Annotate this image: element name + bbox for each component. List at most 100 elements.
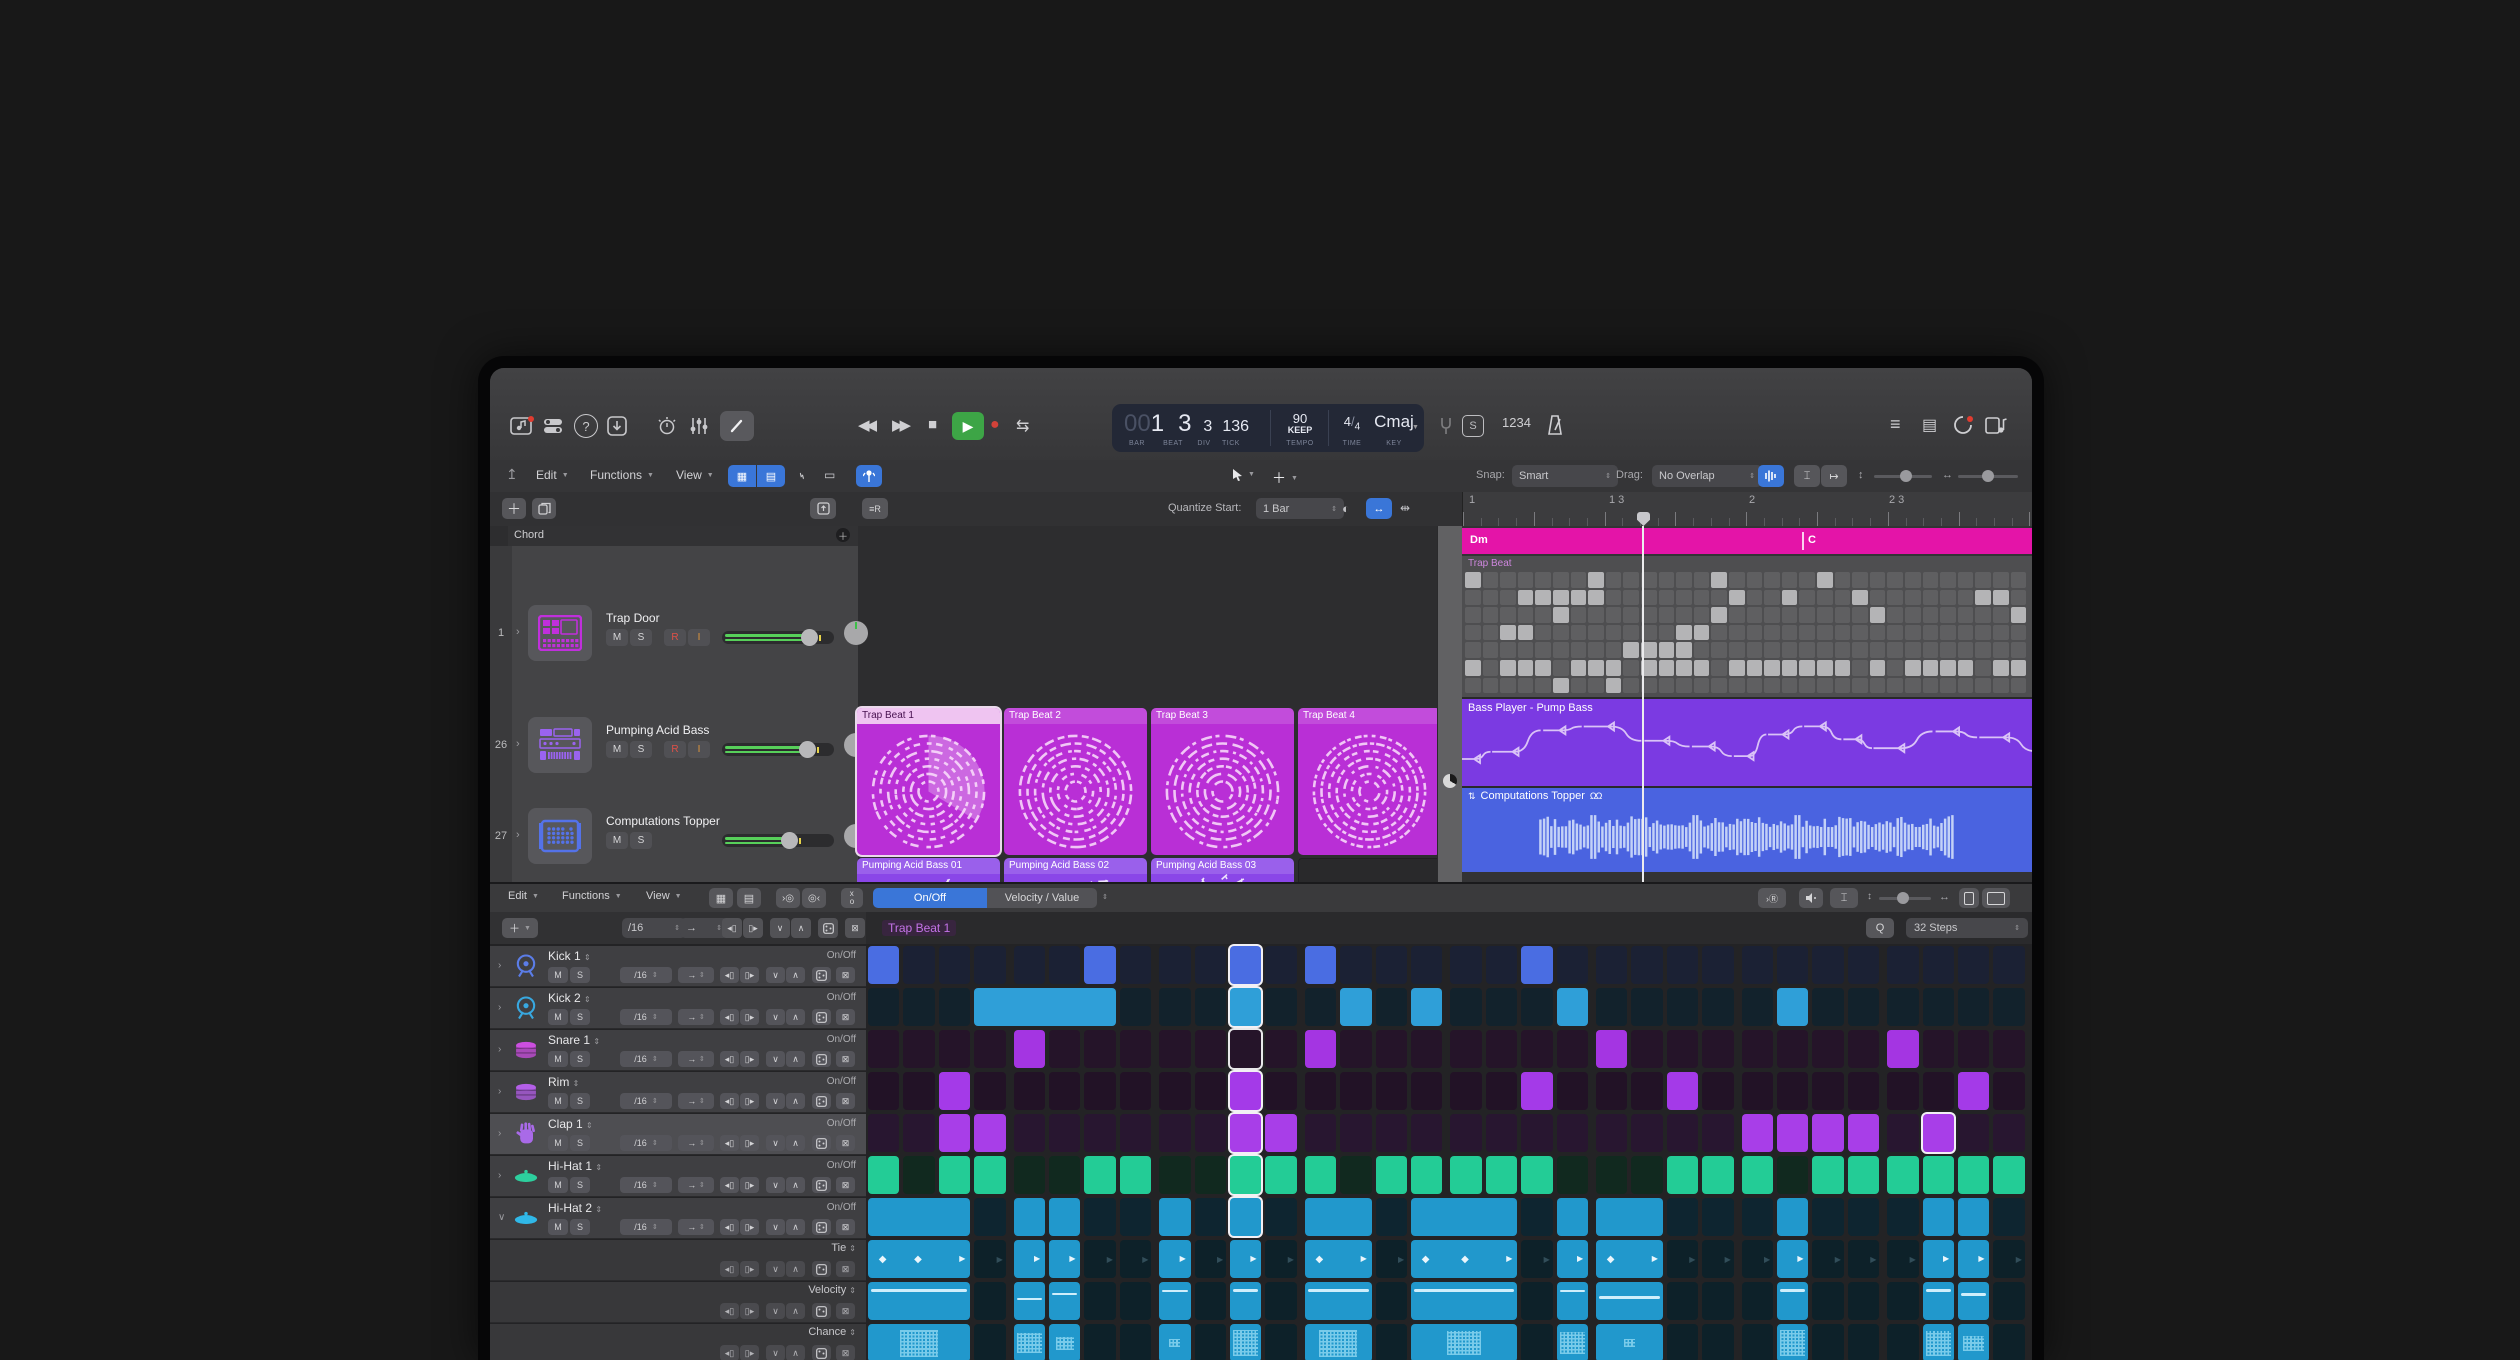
solo-button[interactable]: S <box>630 832 652 849</box>
step-cell[interactable] <box>1230 1198 1261 1236</box>
pan-knob[interactable] <box>844 621 868 645</box>
step-cell[interactable] <box>1557 1114 1588 1152</box>
step-cell[interactable] <box>1631 1114 1662 1152</box>
step-cell[interactable] <box>1812 946 1843 984</box>
step-cell[interactable] <box>1195 1156 1226 1194</box>
step-cell[interactable] <box>1084 1030 1115 1068</box>
row-rate-stepper[interactable]: /16 ⇕ <box>620 1177 672 1193</box>
subrow-shift-right-button[interactable]: ▯▸ <box>740 1261 759 1277</box>
pointer-tool-menu[interactable]: ▼ <box>1232 468 1255 481</box>
step-cell[interactable] <box>1084 1282 1115 1320</box>
step-cell[interactable] <box>974 1282 1005 1320</box>
step-cell[interactable] <box>1230 1282 1261 1320</box>
edit-mode-stepper[interactable]: ⇕ <box>1102 893 1108 901</box>
step-cell[interactable] <box>1596 1324 1663 1360</box>
step-cell[interactable] <box>903 1030 934 1068</box>
step-cell[interactable] <box>1887 946 1918 984</box>
step-cell[interactable] <box>1230 1030 1261 1068</box>
step-cell[interactable] <box>1195 1030 1226 1068</box>
row-rate-stepper[interactable]: /16 ⇕ <box>620 1219 672 1235</box>
row-randomize-button[interactable] <box>812 1135 831 1151</box>
step-cell[interactable] <box>1958 1030 1989 1068</box>
step-cell[interactable] <box>1305 1198 1372 1236</box>
step-cell[interactable] <box>1376 946 1407 984</box>
solo-button[interactable]: S <box>630 629 652 646</box>
step-cell[interactable] <box>1120 1198 1151 1236</box>
row-solo-button[interactable]: S <box>570 1177 590 1193</box>
row-name[interactable]: Clap 1 ⇕ <box>548 1117 593 1131</box>
step-cell[interactable] <box>1014 1324 1045 1360</box>
step-cell[interactable] <box>1993 988 2024 1026</box>
step-cell[interactable] <box>1305 1072 1336 1110</box>
row-mute-button[interactable]: M <box>548 1093 568 1109</box>
step-cell[interactable] <box>1667 1156 1698 1194</box>
step-cell[interactable] <box>1557 1282 1588 1320</box>
step-cell[interactable] <box>1923 1324 1954 1360</box>
step-cell[interactable] <box>1230 988 1261 1026</box>
step-cell[interactable] <box>1230 1114 1261 1152</box>
step-cell[interactable] <box>1742 1114 1773 1152</box>
loop-cell[interactable]: Trap Beat 3 <box>1151 708 1294 855</box>
step-cell[interactable] <box>1411 1198 1517 1236</box>
step-cell[interactable] <box>1993 1324 2024 1360</box>
track-header-1[interactable]: 1›Trap DoorMSRI <box>508 546 858 722</box>
step-cell[interactable] <box>1848 1198 1879 1236</box>
step-cell[interactable] <box>1667 1114 1698 1152</box>
row-increase-button[interactable]: ∧ <box>786 1135 805 1151</box>
step-cell[interactable] <box>1742 1030 1773 1068</box>
step-cell[interactable] <box>939 946 970 984</box>
step-cell[interactable] <box>1411 1324 1517 1360</box>
row-mute-button[interactable]: M <box>548 1135 568 1151</box>
step-cell[interactable] <box>903 946 934 984</box>
step-cell[interactable] <box>1742 1072 1773 1110</box>
row-mute-button[interactable]: M <box>548 1051 568 1067</box>
step-cell[interactable] <box>1265 988 1296 1026</box>
input-monitor-button[interactable]: I <box>688 741 710 758</box>
step-cell[interactable] <box>1120 1324 1151 1360</box>
step-cell[interactable] <box>1777 1030 1808 1068</box>
step-cell[interactable] <box>974 1156 1005 1194</box>
play-button[interactable]: ▶ <box>952 412 984 440</box>
step-cell[interactable] <box>868 1072 899 1110</box>
row-shift-left-button[interactable]: ◂▯ <box>720 967 739 983</box>
window-full-button[interactable] <box>1982 888 2010 908</box>
step-cell[interactable] <box>1486 1030 1517 1068</box>
count-in-button[interactable]: 1234 <box>1502 415 1531 430</box>
step-cell[interactable] <box>1450 1114 1481 1152</box>
step-cell[interactable] <box>1958 946 1989 984</box>
seq-row-header-kick-1[interactable]: ›Kick 1 ⇕On/OffMS/16 ⇕→ ⇕◂▯▯▸∨∧⊠ <box>490 946 866 987</box>
step-cell[interactable] <box>1305 988 1336 1026</box>
step-cell[interactable] <box>1521 1324 1552 1360</box>
step-cell[interactable] <box>1702 1198 1733 1236</box>
step-cell[interactable] <box>1887 1324 1918 1360</box>
step-cell[interactable] <box>1557 988 1588 1026</box>
step-cell[interactable] <box>1376 1282 1407 1320</box>
row-decrease-button[interactable]: ∨ <box>766 1009 785 1025</box>
pattern-record-button[interactable]: ›Ⓡ <box>1758 888 1786 908</box>
loop-cell[interactable]: Trap Beat 2 <box>1004 708 1147 855</box>
row-rotate-stepper[interactable]: → ⇕ <box>678 967 714 983</box>
row-solo-button[interactable]: S <box>570 1093 590 1109</box>
step-cell[interactable] <box>1265 1198 1296 1236</box>
step-cell[interactable] <box>1450 988 1481 1026</box>
pattern-region-trap-beat[interactable]: Trap Beat <box>1462 556 2032 699</box>
record-enable-button[interactable]: R <box>664 741 686 758</box>
loop-browser-icon[interactable] <box>1952 414 1974 436</box>
step-cell[interactable] <box>1993 1072 2024 1110</box>
step-cell[interactable] <box>1596 1114 1627 1152</box>
step-cell[interactable] <box>1014 946 1045 984</box>
step-cell[interactable] <box>1742 946 1773 984</box>
step-cell[interactable] <box>868 946 899 984</box>
kit-browser-icon[interactable]: ▤ <box>737 888 761 908</box>
step-cell[interactable] <box>1557 946 1588 984</box>
step-cell[interactable] <box>974 1072 1005 1110</box>
step-cell[interactable] <box>1084 1198 1115 1236</box>
track-name[interactable]: Computations Topper <box>606 814 720 828</box>
step-cell[interactable] <box>1014 1114 1045 1152</box>
step-cell[interactable] <box>1848 1282 1879 1320</box>
step-cell[interactable] <box>1923 988 1954 1026</box>
snap-select[interactable]: Smart⇕ <box>1512 465 1618 487</box>
step-cell[interactable] <box>1923 1156 1954 1194</box>
step-cell[interactable] <box>1777 1156 1808 1194</box>
step-cell[interactable] <box>1340 1114 1371 1152</box>
